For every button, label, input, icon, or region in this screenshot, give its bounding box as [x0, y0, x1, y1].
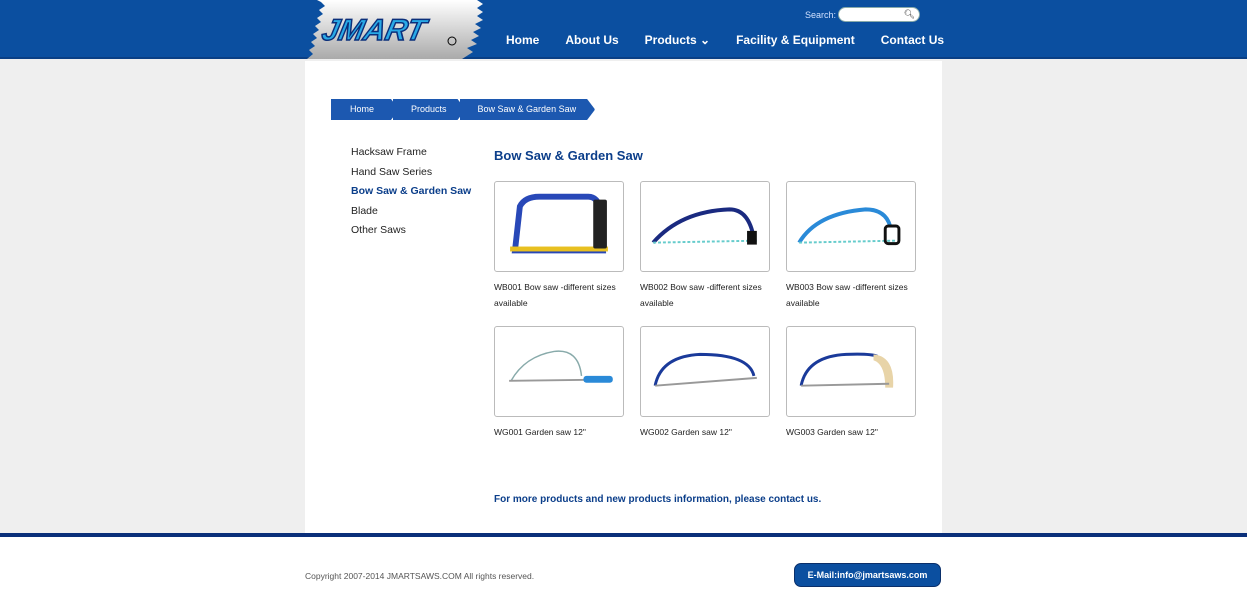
breadcrumb: Home Products Bow Saw & Garden Saw [331, 99, 589, 120]
nav-products[interactable]: Products ⌄ [645, 33, 710, 47]
search-icon[interactable]: 🔍︎ [904, 9, 915, 20]
svg-text:JMART: JMART [319, 14, 431, 47]
nav-facility[interactable]: Facility & Equipment [736, 33, 855, 47]
search-input[interactable]: 🔍︎ [838, 7, 920, 22]
header: JMART Search: 🔍︎ Home About Us Products … [0, 0, 1247, 59]
sidebar-item-hacksaw-frame[interactable]: Hacksaw Frame [351, 146, 471, 166]
product-card: WB001 Bow saw -different sizes available [494, 181, 625, 311]
product-image[interactable] [640, 181, 770, 272]
email-button[interactable]: E-Mail:info@jmartsaws.com [794, 563, 941, 587]
product-caption[interactable]: WB002 Bow saw -different sizes available [640, 279, 770, 311]
sidebar-item-hand-saw-series[interactable]: Hand Saw Series [351, 166, 471, 186]
sidebar-item-other-saws[interactable]: Other Saws [351, 224, 471, 244]
nav-about-us[interactable]: About Us [565, 33, 618, 47]
product-image[interactable] [494, 326, 624, 417]
product-caption[interactable]: WG002 Garden saw 12" [640, 424, 770, 440]
product-caption[interactable]: WB001 Bow saw -different sizes available [494, 279, 624, 311]
contact-note: For more products and new products infor… [494, 494, 822, 505]
footer [0, 537, 1247, 614]
product-image[interactable] [786, 326, 916, 417]
breadcrumb-home[interactable]: Home [331, 99, 399, 120]
nav-home[interactable]: Home [506, 33, 539, 47]
product-card: WB002 Bow saw -different sizes available [640, 181, 771, 311]
nav-contact-us[interactable]: Contact Us [881, 33, 944, 47]
product-card: WG001 Garden saw 12" [494, 326, 625, 440]
product-caption[interactable]: WB003 Bow saw -different sizes available [786, 279, 916, 311]
product-image[interactable] [786, 181, 916, 272]
product-card: WG003 Garden saw 12" [786, 326, 917, 440]
search-label: Search: [805, 10, 837, 20]
page-title: Bow Saw & Garden Saw [494, 148, 643, 163]
main-nav: Home About Us Products ⌄ Facility & Equi… [506, 33, 970, 47]
jmart-logo[interactable]: JMART [307, 0, 487, 59]
product-caption[interactable]: WG003 Garden saw 12" [786, 424, 916, 440]
product-card: WB003 Bow saw -different sizes available [786, 181, 917, 311]
product-caption[interactable]: WG001 Garden saw 12" [494, 424, 624, 440]
product-card: WG002 Garden saw 12" [640, 326, 771, 440]
breadcrumb-current: Bow Saw & Garden Saw [460, 99, 596, 120]
product-image[interactable] [494, 181, 624, 272]
copyright: Copyright 2007-2014 JMARTSAWS.COM All ri… [305, 571, 535, 581]
sidebar-item-blade[interactable]: Blade [351, 205, 471, 225]
breadcrumb-products[interactable]: Products [393, 99, 466, 120]
sidebar: Hacksaw Frame Hand Saw Series Bow Saw & … [351, 146, 471, 244]
sidebar-item-bow-saw[interactable]: Bow Saw & Garden Saw [351, 185, 471, 205]
product-image[interactable] [640, 326, 770, 417]
